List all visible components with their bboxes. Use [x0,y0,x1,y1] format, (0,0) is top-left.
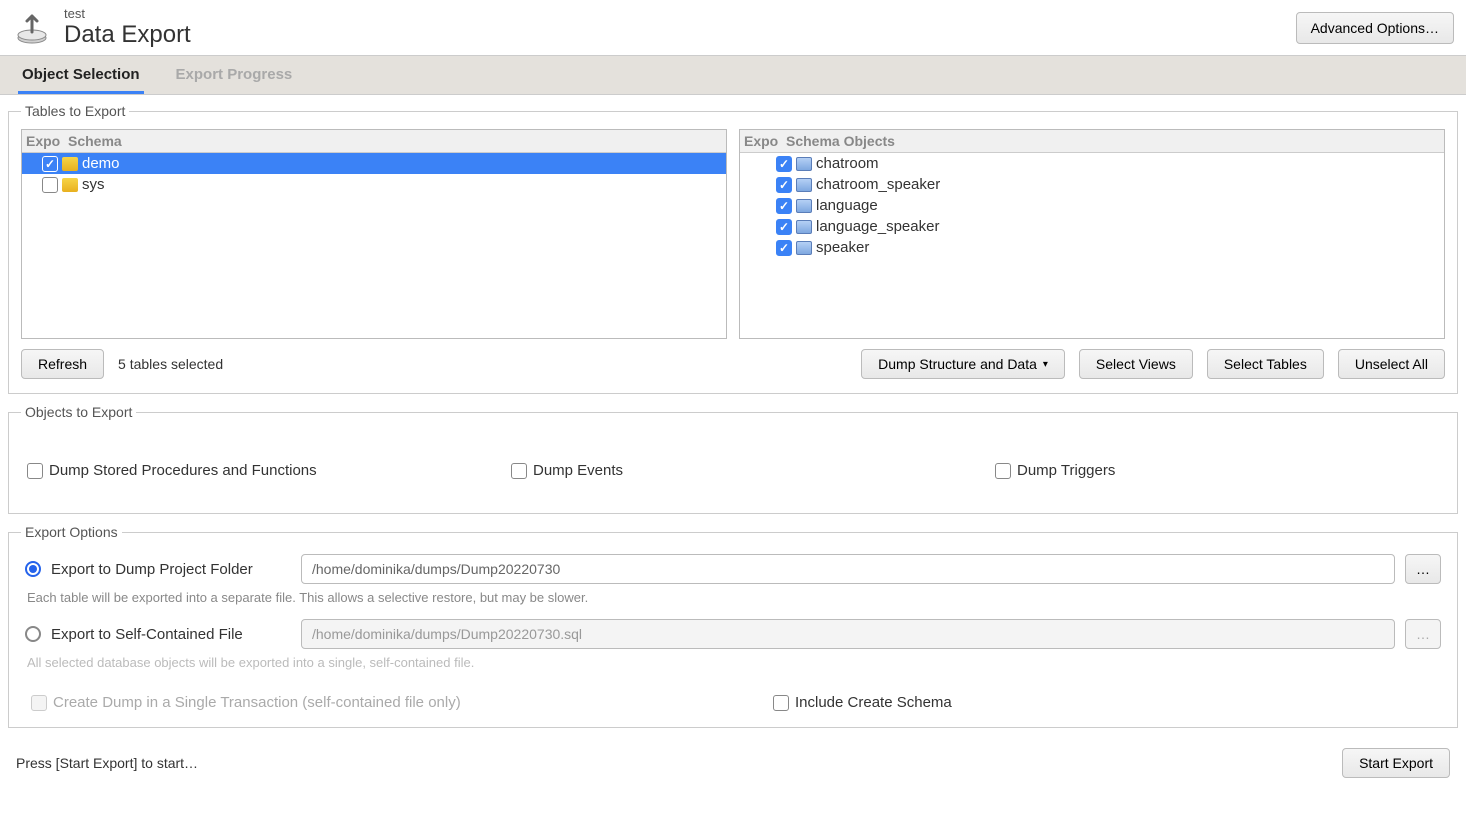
include-create-schema-label: Include Create Schema [795,694,952,711]
schema-col2-header[interactable]: Schema [68,133,722,149]
export-options-section: Export Options Export to Dump Project Fo… [8,524,1458,728]
dump-option-checkbox[interactable] [511,463,527,479]
table-icon [796,157,812,171]
table-row[interactable]: speaker [740,237,1444,258]
radio-project-folder[interactable] [25,561,41,577]
header: test Data Export Advanced Options… [0,0,1466,55]
dump-option-label: Dump Triggers [1017,462,1115,479]
table-checkbox[interactable] [776,240,792,256]
table-icon [796,220,812,234]
objects-legend: Objects to Export [21,404,136,420]
tab-export-progress[interactable]: Export Progress [172,56,297,94]
table-icon [796,241,812,255]
table-checkbox[interactable] [776,177,792,193]
schema-row[interactable]: demo [22,153,726,174]
schema-panel: Expo Schema demo sys [21,129,727,339]
browse-project-folder[interactable]: … [1405,554,1441,584]
unselect-all-button[interactable]: Unselect All [1338,349,1445,379]
schema-checkbox[interactable] [42,177,58,193]
database-icon [62,178,78,192]
dump-option-checkbox[interactable] [27,463,43,479]
chevron-down-icon: ▾ [1043,359,1048,370]
tabbar: Object Selection Export Progress [0,55,1466,95]
objects-col1-header[interactable]: Expo [744,133,786,149]
database-icon [62,157,78,171]
table-name: speaker [816,239,869,256]
start-export-button[interactable]: Start Export [1342,748,1450,778]
select-views-button[interactable]: Select Views [1079,349,1193,379]
tables-to-export-section: Tables to Export Expo Schema demo sys Ex… [8,103,1458,394]
tab-object-selection[interactable]: Object Selection [18,56,144,94]
header-subtitle: test [64,6,1284,21]
table-name: language_speaker [816,218,939,235]
single-transaction-label: Create Dump in a Single Transaction (sel… [53,694,461,711]
table-checkbox[interactable] [776,156,792,172]
table-row[interactable]: chatroom_speaker [740,174,1444,195]
table-row[interactable]: language [740,195,1444,216]
schema-col1-header[interactable]: Expo [26,133,68,149]
table-name: language [816,197,878,214]
tables-selected-label: 5 tables selected [118,356,223,372]
dump-type-label: Dump Structure and Data [878,356,1037,372]
self-contained-hint: All selected database objects will be ex… [21,653,1445,680]
table-row[interactable]: language_speaker [740,216,1444,237]
dump-type-dropdown[interactable]: Dump Structure and Data ▾ [861,349,1065,379]
objects-col2-header[interactable]: Schema Objects [786,133,1440,149]
project-folder-hint: Each table will be exported into a separ… [21,588,1445,615]
status-text: Press [Start Export] to start… [16,755,198,771]
select-tables-button[interactable]: Select Tables [1207,349,1324,379]
table-checkbox[interactable] [776,198,792,214]
schema-row[interactable]: sys [22,174,726,195]
schema-name: sys [82,176,105,193]
table-name: chatroom [816,155,879,172]
project-folder-path[interactable] [301,554,1395,584]
single-transaction-checkbox[interactable] [31,695,47,711]
export-options-legend: Export Options [21,524,122,540]
dump-option-label: Dump Stored Procedures and Functions [49,462,317,479]
schema-name: demo [82,155,120,172]
table-checkbox[interactable] [776,219,792,235]
project-folder-label[interactable]: Export to Dump Project Folder [51,561,291,578]
table-row[interactable]: chatroom [740,153,1444,174]
export-icon [12,8,52,48]
objects-to-export-section: Objects to Export Dump Stored Procedures… [8,404,1458,514]
advanced-options-button[interactable]: Advanced Options… [1296,12,1454,44]
schema-checkbox[interactable] [42,156,58,172]
include-create-schema-checkbox[interactable] [773,695,789,711]
table-icon [796,199,812,213]
table-name: chatroom_speaker [816,176,940,193]
radio-self-contained[interactable] [25,626,41,642]
table-icon [796,178,812,192]
page-title: Data Export [64,21,1284,49]
tables-legend: Tables to Export [21,103,129,119]
self-contained-path[interactable] [301,619,1395,649]
browse-self-contained[interactable]: … [1405,619,1441,649]
dump-option-label: Dump Events [533,462,623,479]
objects-panel: Expo Schema Objects chatroom chatroom_sp… [739,129,1445,339]
dump-option-checkbox[interactable] [995,463,1011,479]
self-contained-label[interactable]: Export to Self-Contained File [51,626,291,643]
refresh-button[interactable]: Refresh [21,349,104,379]
